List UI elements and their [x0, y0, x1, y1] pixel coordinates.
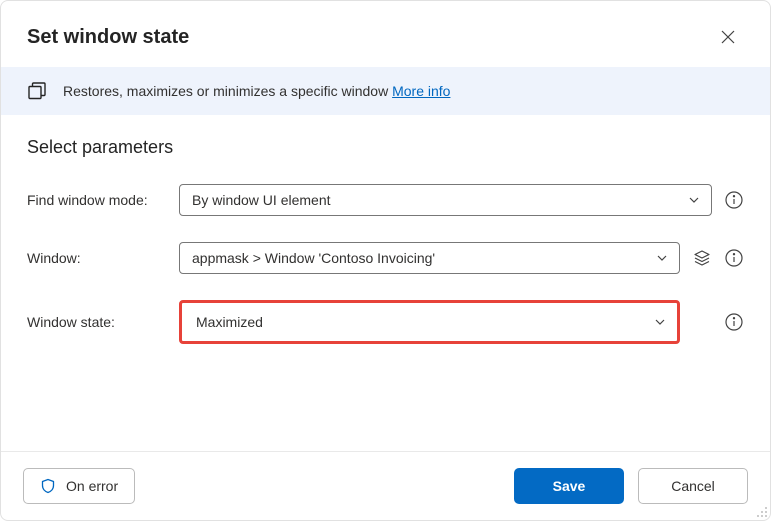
on-error-label: On error — [66, 478, 118, 494]
chevron-down-icon — [687, 193, 701, 207]
section-title: Select parameters — [27, 137, 744, 158]
window-row: Window: appmask > Window 'Contoso Invoic… — [27, 242, 744, 274]
info-icon — [725, 191, 743, 209]
window-info-button[interactable] — [724, 248, 744, 268]
window-stack-icon — [27, 81, 47, 101]
content-area: Select parameters Find window mode: By w… — [1, 115, 770, 451]
window-state-label: Window state: — [27, 314, 179, 330]
banner-description: Restores, maximizes or minimizes a speci… — [63, 83, 392, 99]
chevron-down-icon — [653, 315, 667, 329]
window-state-select[interactable]: Maximized — [179, 300, 680, 344]
dialog-title: Set window state — [27, 26, 189, 49]
close-button[interactable] — [712, 21, 744, 53]
dialog-header: Set window state — [1, 1, 770, 67]
info-banner: Restores, maximizes or minimizes a speci… — [1, 67, 770, 115]
close-icon — [721, 30, 735, 44]
dialog-footer: On error Save Cancel — [1, 451, 770, 520]
shield-icon — [40, 478, 56, 494]
more-info-link[interactable]: More info — [392, 83, 450, 99]
find-window-mode-info-button[interactable] — [724, 190, 744, 210]
footer-actions: Save Cancel — [514, 468, 748, 504]
save-button[interactable]: Save — [514, 468, 624, 504]
window-state-value: Maximized — [196, 314, 263, 330]
dialog: Set window state Restores, maximizes or … — [0, 0, 771, 521]
window-value: appmask > Window 'Contoso Invoicing' — [192, 250, 435, 266]
window-layers-button[interactable] — [692, 248, 712, 268]
find-window-mode-label: Find window mode: — [27, 192, 179, 208]
info-icon — [725, 249, 743, 267]
on-error-button[interactable]: On error — [23, 468, 135, 504]
find-window-mode-select[interactable]: By window UI element — [179, 184, 712, 216]
info-icon — [725, 313, 743, 331]
window-state-row: Window state: Maximized — [27, 300, 744, 344]
chevron-down-icon — [655, 251, 669, 265]
find-window-mode-value: By window UI element — [192, 192, 331, 208]
resize-grip-icon[interactable] — [756, 506, 768, 518]
window-label: Window: — [27, 250, 179, 266]
cancel-button[interactable]: Cancel — [638, 468, 748, 504]
find-window-mode-row: Find window mode: By window UI element — [27, 184, 744, 216]
window-state-info-button[interactable] — [724, 312, 744, 332]
window-select[interactable]: appmask > Window 'Contoso Invoicing' — [179, 242, 680, 274]
layers-icon — [693, 249, 711, 267]
banner-text: Restores, maximizes or minimizes a speci… — [63, 83, 450, 99]
